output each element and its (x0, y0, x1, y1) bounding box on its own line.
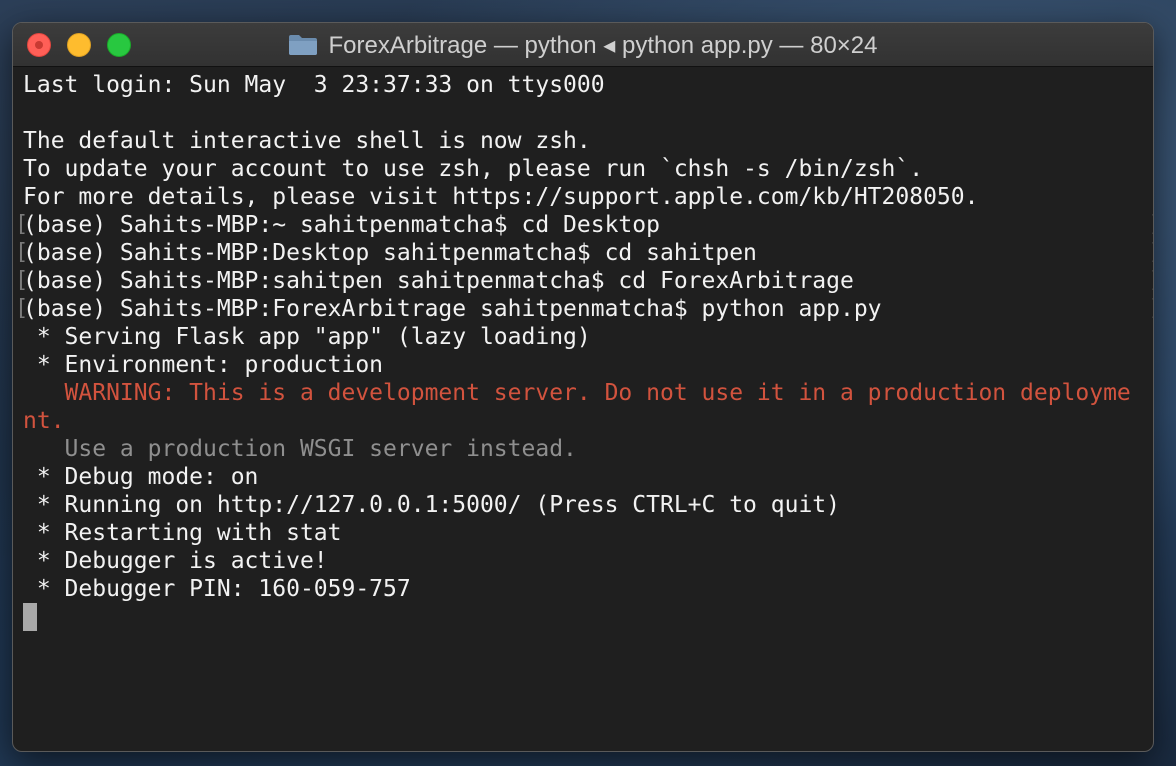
terminal-line-text: * Debugger PIN: 160-059-757 (23, 576, 411, 602)
mark-bracket-icon: [ (15, 268, 29, 293)
terminal-line: * Restarting with stat (23, 519, 1153, 547)
terminal-line: [] (base) Sahits-MBP:ForexArbitrage sahit… (15, 295, 1153, 323)
terminal-line: * Debug mode: on (23, 463, 1153, 491)
terminal-line-text: (base) Sahits-MBP:~ sahitpenmatcha$ cd D… (23, 212, 660, 238)
terminal-line-text: The default interactive shell is now zsh… (23, 128, 591, 154)
terminal-line: * Running on http://127.0.0.1:5000/ (Pre… (23, 491, 1153, 519)
mark-bracket-icon: [ (15, 240, 29, 265)
terminal-line: Last login: Sun May 3 23:37:33 on ttys00… (23, 71, 1153, 99)
mark-bracket-icon: ] (1149, 211, 1153, 239)
terminal-line: To update your account to use zsh, pleas… (23, 155, 1153, 183)
folder-icon (288, 34, 318, 56)
terminal-line: * Debugger is active! (23, 547, 1153, 575)
window-title-area: ForexArbitrage — python ◂ python app.py … (13, 23, 1153, 67)
terminal-line-text: WARNING: This is a development server. D… (23, 380, 1131, 406)
terminal-line: nt. (23, 407, 1153, 435)
terminal-line: * Serving Flask app "app" (lazy loading) (23, 323, 1153, 351)
window-title: ForexArbitrage — python ◂ python app.py … (328, 31, 878, 59)
terminal-window: ForexArbitrage — python ◂ python app.py … (12, 22, 1154, 752)
terminal-line-text: For more details, please visit https://s… (23, 184, 979, 210)
terminal-line: * Debugger PIN: 160-059-757 (23, 575, 1153, 603)
terminal-line-text: * Debugger is active! (23, 548, 328, 574)
terminal-line: The default interactive shell is now zsh… (23, 127, 1153, 155)
terminal-line-text: Last login: Sun May 3 23:37:33 on ttys00… (23, 72, 605, 98)
mark-bracket-icon: [ (15, 212, 29, 237)
mark-bracket-icon: ] (1149, 267, 1153, 295)
terminal-line-text: To update your account to use zsh, pleas… (23, 156, 924, 182)
terminal-line-text: * Running on http://127.0.0.1:5000/ (Pre… (23, 492, 840, 518)
terminal-line-text: (base) Sahits-MBP:Desktop sahitpenmatcha… (23, 240, 757, 266)
terminal-line-text: nt. (23, 408, 65, 434)
terminal-line: * Environment: production (23, 351, 1153, 379)
terminal-line: Use a production WSGI server instead. (23, 435, 1153, 463)
mark-bracket-icon: ] (1149, 239, 1153, 267)
terminal-line: [] (base) Sahits-MBP:Desktop sahitpenmatc… (15, 239, 1153, 267)
terminal-line-text: (base) Sahits-MBP:sahitpen sahitpenmatch… (23, 268, 854, 294)
terminal-line: WARNING: This is a development server. D… (23, 379, 1153, 407)
prompt-line[interactable] (23, 603, 1153, 631)
terminal-line-text: * Serving Flask app "app" (lazy loading) (23, 324, 591, 350)
mark-bracket-icon: [ (15, 296, 29, 321)
terminal-line: [] (base) Sahits-MBP:~ sahitpenmatcha$ cd… (15, 211, 1153, 239)
terminal-output[interactable]: Last login: Sun May 3 23:37:33 on ttys00… (13, 67, 1153, 631)
terminal-line-text: * Restarting with stat (23, 520, 342, 546)
terminal-line-text: * Environment: production (23, 352, 384, 378)
terminal-line-text: * Debug mode: on (23, 464, 259, 490)
terminal-line-text: (base) Sahits-MBP:ForexArbitrage sahitpe… (23, 296, 882, 322)
terminal-line: [] (base) Sahits-MBP:sahitpen sahitpenmat… (15, 267, 1153, 295)
mark-bracket-icon: ] (1149, 295, 1153, 323)
title-bar[interactable]: ForexArbitrage — python ◂ python app.py … (13, 23, 1153, 67)
terminal-line-text: Use a production WSGI server instead. (23, 436, 577, 462)
terminal-line: For more details, please visit https://s… (23, 183, 1153, 211)
text-cursor (23, 603, 37, 631)
